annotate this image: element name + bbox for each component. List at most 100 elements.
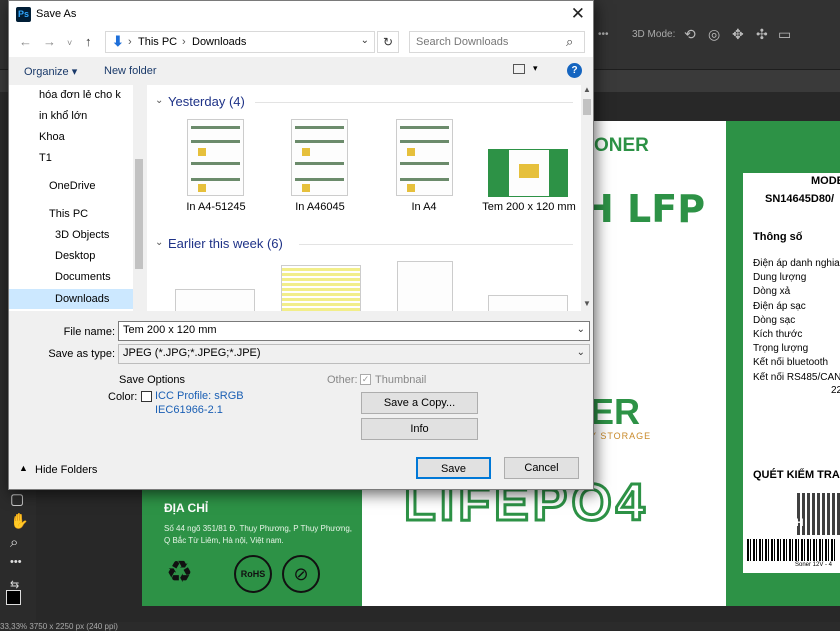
- group-header-earlier-this-week[interactable]: Earlier this week (6): [168, 236, 283, 251]
- nav-item-in-kho-lon[interactable]: in khổ lớn: [39, 106, 135, 126]
- chevron-down-icon[interactable]: ⌄: [577, 347, 585, 358]
- group-header-yesterday[interactable]: Yesterday (4): [168, 94, 245, 109]
- dialog-titlebar[interactable]: Ps Save As ✕: [9, 1, 593, 29]
- hide-folders-button[interactable]: Hide Folders: [35, 464, 97, 476]
- scroll-thumb[interactable]: [583, 99, 591, 115]
- file-thumbnail[interactable]: [291, 119, 348, 196]
- scroll-thumb[interactable]: [135, 159, 143, 269]
- breadcrumb-separator-icon[interactable]: ›: [128, 36, 132, 48]
- navigation-row: ← → ˅ ↑ ⬇ › This PC › Downloads ⌄ ↻ Sear…: [9, 29, 593, 57]
- icc-profile-label[interactable]: ICC Profile: sRGB: [155, 390, 244, 402]
- search-input[interactable]: Search Downloads: [409, 31, 585, 53]
- recent-locations-icon[interactable]: ˅: [67, 38, 72, 48]
- address-bar[interactable]: ⬇ › This PC › Downloads ⌄: [105, 31, 375, 53]
- save-options-label: Save Options: [119, 374, 186, 386]
- save-type-label: Save as type:: [48, 348, 115, 360]
- spec-row: Dòng sạc: [753, 314, 796, 326]
- breadcrumb-this-pc[interactable]: This PC: [138, 36, 177, 48]
- thumb-mark: [198, 184, 206, 192]
- group-divider: [255, 102, 573, 103]
- nav-scrollbar[interactable]: [133, 85, 145, 311]
- view-options-icon[interactable]: [513, 64, 525, 74]
- save-type-select[interactable]: JPEG (*.JPG;*.JPEG;*.JPE) ⌄: [118, 344, 590, 364]
- no-trash-icon: ⊘: [282, 555, 320, 593]
- scroll-up-icon[interactable]: ▲: [583, 85, 591, 94]
- downloads-location-icon: ⬇: [112, 33, 124, 49]
- file-thumbnail[interactable]: [397, 261, 453, 311]
- 3d-roll-icon[interactable]: ◎: [708, 26, 720, 43]
- chevron-down-icon[interactable]: ⌄: [577, 324, 585, 335]
- file-thumbnail[interactable]: [488, 295, 568, 311]
- spec-card: MODE SN14645D80/ Thông số Điện áp danh n…: [743, 173, 840, 573]
- spec-list: Điện áp danh nghia Dung lượng Dòng xả Đi…: [753, 257, 840, 385]
- icc-profile-checkbox[interactable]: [141, 391, 152, 402]
- save-a-copy-button[interactable]: Save a Copy...: [361, 392, 478, 414]
- nav-item-this-pc[interactable]: This PC: [49, 204, 145, 224]
- thumb-mark: [407, 148, 415, 156]
- thumb-row: [191, 140, 240, 143]
- file-list-scrollbar[interactable]: ▲ ▼: [581, 85, 593, 311]
- breadcrumb-separator-icon[interactable]: ›: [182, 36, 186, 48]
- thumb-band: [489, 150, 509, 196]
- more-tools-icon[interactable]: •••: [10, 556, 22, 568]
- nav-item-label: in khổ lớn: [39, 110, 88, 122]
- 3d-pan-icon[interactable]: ✥: [732, 26, 744, 43]
- file-name-label[interactable]: In A4: [374, 201, 474, 213]
- nav-item-label: 3D Objects: [55, 229, 110, 241]
- search-icon[interactable]: ⌕: [566, 34, 573, 50]
- nav-item-khoa[interactable]: Khoa: [39, 127, 135, 147]
- up-arrow-icon[interactable]: ↑: [85, 34, 92, 49]
- file-thumbnail[interactable]: [281, 265, 361, 311]
- rohs-icon: RoHS: [234, 555, 272, 593]
- chevron-up-icon[interactable]: ▲: [19, 463, 28, 473]
- save-button[interactable]: Save: [416, 457, 491, 479]
- hand-tool-icon[interactable]: ✋: [10, 512, 29, 530]
- thumb-mark: [198, 148, 206, 156]
- close-icon[interactable]: ✕: [571, 4, 585, 24]
- view-dropdown-icon[interactable]: ▾: [533, 63, 538, 74]
- nav-item-t1[interactable]: T1: [39, 148, 135, 168]
- nav-item-hoa-don[interactable]: hóa đơn lẻ cho k: [39, 85, 135, 105]
- collapse-group-icon[interactable]: ⌄: [155, 237, 163, 248]
- scroll-down-icon[interactable]: ▼: [583, 299, 591, 308]
- collapse-group-icon[interactable]: ⌄: [155, 95, 163, 106]
- thumbnail-checkbox[interactable]: ✓: [360, 374, 371, 385]
- file-thumbnail[interactable]: [187, 119, 244, 196]
- address-dropdown-icon[interactable]: ⌄: [361, 35, 369, 46]
- foreground-color-swatch[interactable]: [6, 590, 21, 605]
- 3d-slide-icon[interactable]: ✣: [756, 26, 768, 43]
- file-thumbnail[interactable]: [175, 289, 255, 311]
- organize-button[interactable]: Organize ▾: [24, 65, 77, 78]
- nav-item-onedrive[interactable]: OneDrive: [49, 176, 145, 196]
- new-folder-button[interactable]: New folder: [104, 65, 157, 77]
- barcode-caption: Soner 12V - 4: [795, 562, 833, 568]
- 3d-orbit-icon[interactable]: ⟲: [684, 26, 696, 43]
- thumb-mark: [302, 148, 310, 156]
- back-arrow-icon[interactable]: ←: [19, 34, 32, 49]
- refresh-icon[interactable]: ↻: [377, 31, 399, 53]
- navigation-pane: hóa đơn lẻ cho k in khổ lớn Khoa T1 OneD…: [9, 85, 145, 311]
- file-name-label[interactable]: In A46045: [270, 201, 370, 213]
- frame-tool-icon[interactable]: ▢: [10, 490, 24, 508]
- file-thumbnail[interactable]: [488, 149, 568, 197]
- more-options-icon[interactable]: •••: [598, 29, 609, 40]
- 3d-camera-icon[interactable]: ▭: [778, 26, 791, 43]
- thumb-row: [295, 140, 344, 143]
- breadcrumb-downloads[interactable]: Downloads: [192, 36, 246, 48]
- info-button[interactable]: Info: [361, 418, 478, 440]
- file-thumbnail[interactable]: [396, 119, 453, 196]
- model-label: MODE: [811, 175, 840, 187]
- thumb-row: [400, 162, 449, 165]
- cancel-button[interactable]: Cancel: [504, 457, 579, 479]
- file-name-label[interactable]: Tem 200 x 120 mm: [480, 201, 578, 214]
- thumb-row: [400, 126, 449, 129]
- forward-arrow-icon[interactable]: →: [43, 34, 56, 49]
- file-name-label[interactable]: In A4-51245: [166, 201, 266, 213]
- thumb-row: [191, 126, 240, 129]
- file-name-field[interactable]: Tem 200 x 120 mm ⌄: [118, 321, 590, 341]
- dialog-title: Save As: [36, 8, 77, 20]
- nav-item-label: Documents: [55, 271, 111, 283]
- group-divider: [299, 244, 573, 245]
- help-icon[interactable]: ?: [567, 63, 582, 78]
- zoom-tool-icon[interactable]: ⌕: [10, 534, 18, 551]
